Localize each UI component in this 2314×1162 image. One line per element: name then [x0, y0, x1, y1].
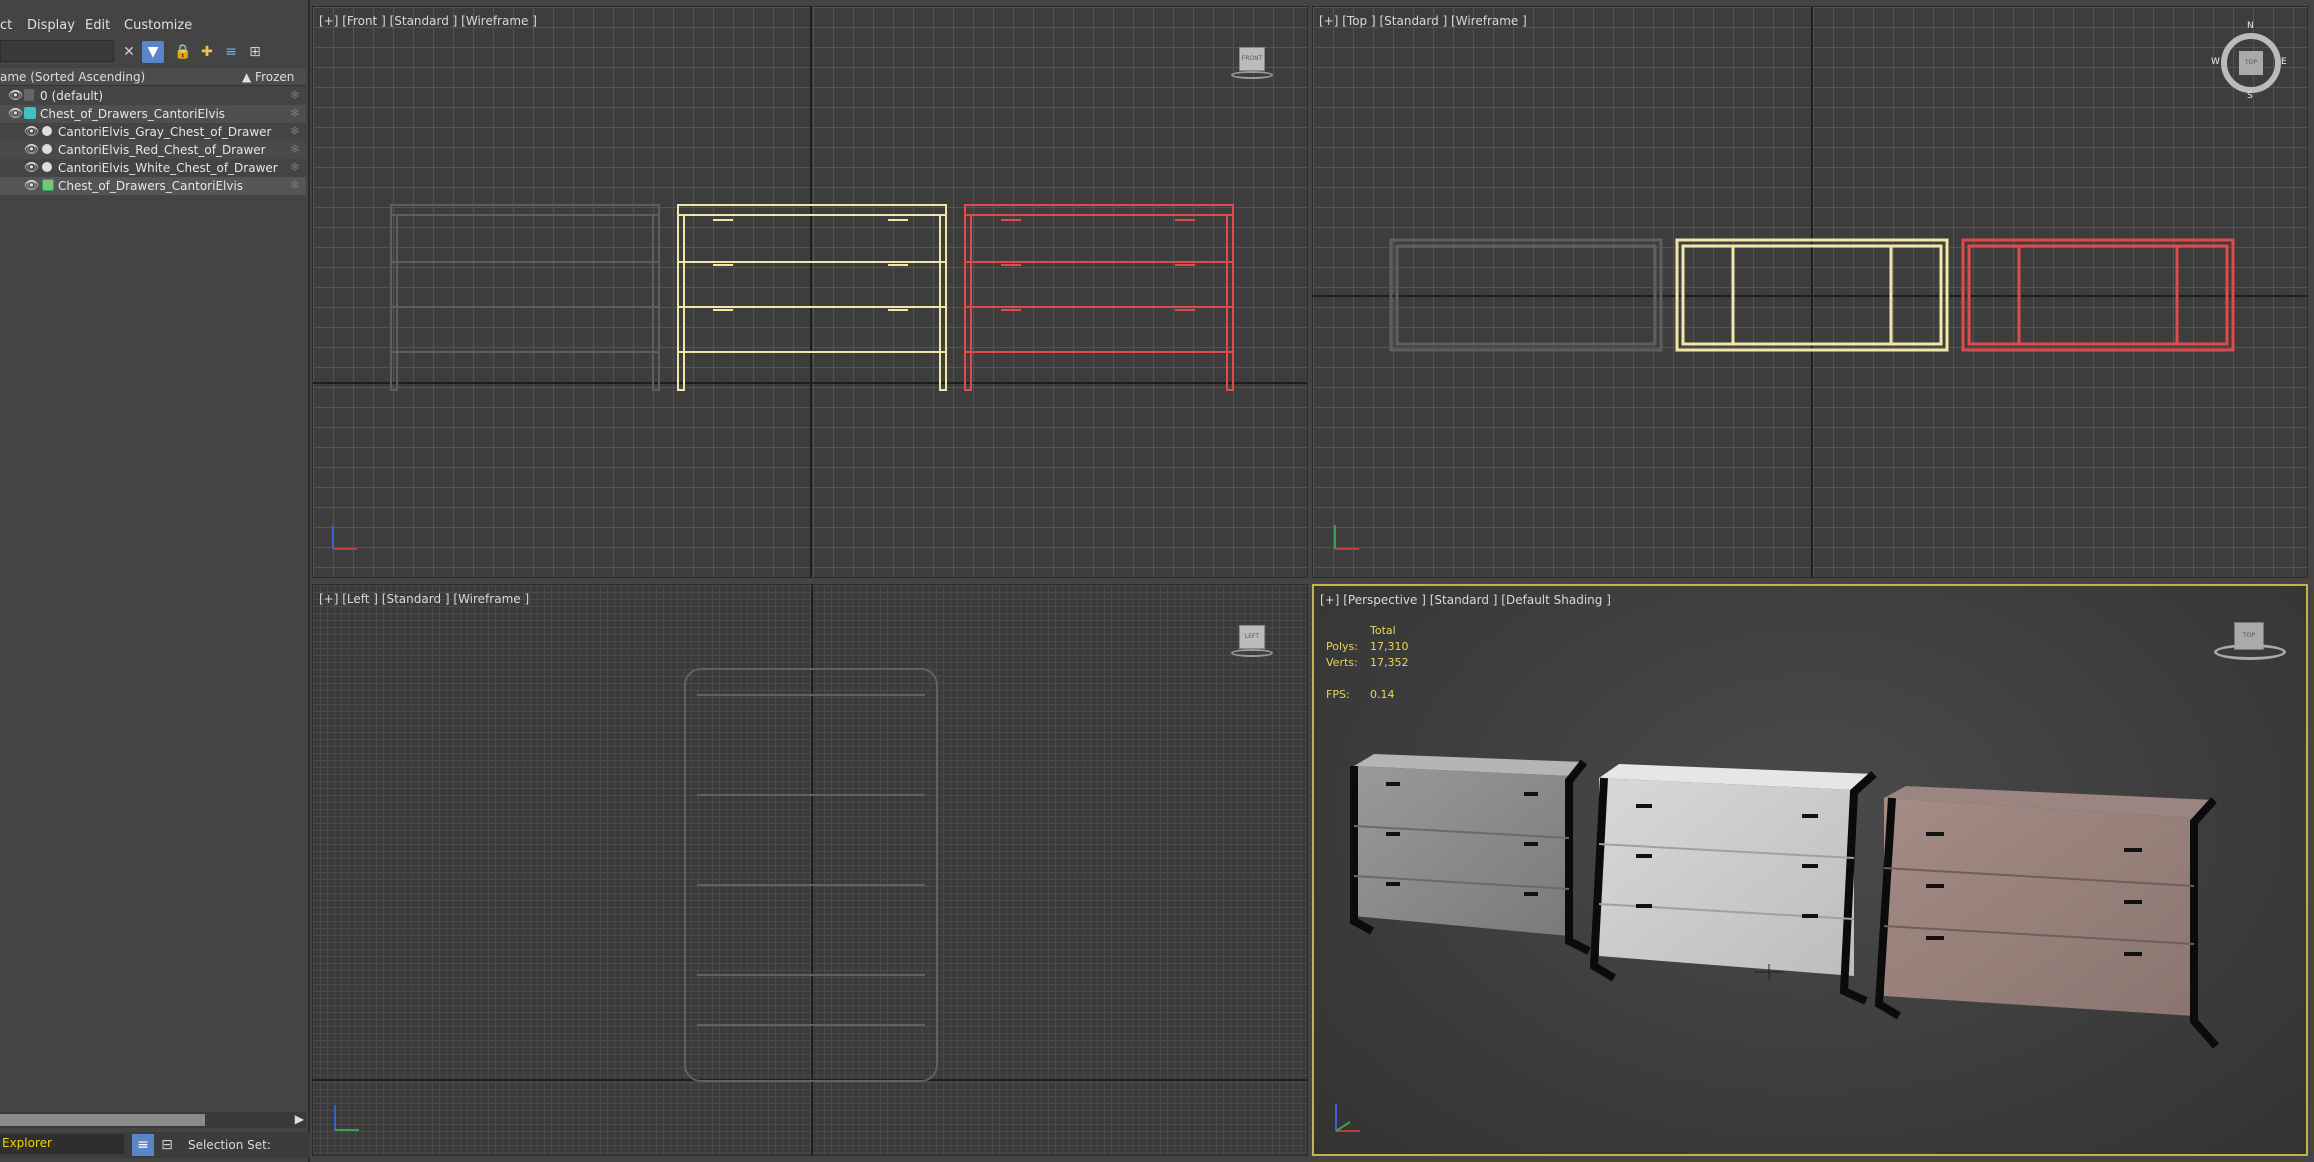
- white-chest-top-wireframe: [1675, 238, 1949, 352]
- viewcube-icon[interactable]: LEFT: [1231, 623, 1273, 663]
- viewcube-face[interactable]: FRONT: [1239, 47, 1265, 71]
- tree-row-label: CantoriElvis_White_Chest_of_Drawer: [58, 161, 278, 175]
- viewport-front[interactable]: [+] [Front ] [Standard ] [Wireframe ] FR…: [312, 6, 1308, 578]
- column-frozen-header[interactable]: ▲ Frozen: [242, 70, 294, 84]
- viewport-top[interactable]: [+] [Top ] [Standard ] [Wireframe ] TOP …: [1312, 6, 2308, 578]
- eye-icon[interactable]: 👁: [24, 142, 39, 156]
- hierarchy-icon[interactable]: ⊞: [244, 41, 266, 63]
- scrollbar-thumb[interactable]: [0, 1114, 205, 1126]
- explorer-toolbar: ✕ ▼ 🔒 ✚ ≡ ⊞: [0, 40, 310, 64]
- layer-stack-icon: [24, 107, 36, 119]
- tree-row[interactable]: 👁 CantoriElvis_Gray_Chest_of_Drawer ❄: [0, 123, 306, 141]
- freeze-icon[interactable]: ❄: [290, 178, 300, 192]
- perspective-render: [1335, 754, 2220, 1132]
- layer-icon: [24, 89, 34, 101]
- top-wireframe: [1334, 238, 2235, 550]
- explorer-dropdown-label: Explorer: [2, 1136, 52, 1150]
- gray-chest-render: [1350, 754, 1591, 955]
- column-name-header[interactable]: ame (Sorted Ascending): [0, 70, 145, 84]
- viewport-perspective[interactable]: [+] [Perspective ] [Standard ] [Default …: [1312, 584, 2308, 1156]
- freeze-icon[interactable]: ❄: [290, 142, 300, 156]
- compass-west-label: W: [2211, 57, 2220, 67]
- axis-tripod-icon: [334, 1105, 359, 1131]
- red-chest-top-wireframe: [1961, 238, 2235, 352]
- clear-search-icon[interactable]: ✕: [118, 41, 140, 63]
- axis-tripod-icon: [1334, 525, 1359, 550]
- viewcube-face[interactable]: LEFT: [1239, 625, 1265, 649]
- viewcube-ring[interactable]: [1231, 71, 1273, 79]
- scene-explorer-icon[interactable]: ⊟: [156, 1134, 178, 1156]
- horizontal-scrollbar[interactable]: ▶: [0, 1112, 306, 1128]
- layers-icon[interactable]: ≡: [220, 41, 242, 63]
- viewcube-ring[interactable]: [2214, 644, 2286, 660]
- scene-explorer-panel: ct Display Edit Customize ✕ ▼ 🔒 ✚ ≡ ⊞ am…: [0, 0, 310, 1162]
- axis-tripod-icon: [332, 525, 357, 550]
- tree-row[interactable]: 👁 0 (default) ❄: [0, 87, 306, 105]
- explorer-menubar: ct Display Edit Customize: [0, 14, 310, 38]
- viewcube-ring[interactable]: [1231, 649, 1273, 657]
- compass-north-label: N: [2247, 21, 2254, 31]
- compass-south-label: S: [2247, 91, 2253, 101]
- tree-row-label: CantoriElvis_Gray_Chest_of_Drawer: [58, 125, 272, 139]
- axis-tripod-icon: [1335, 1104, 1360, 1132]
- sphere-icon: [42, 162, 52, 172]
- eye-icon[interactable]: 👁: [24, 160, 39, 174]
- freeze-icon[interactable]: ❄: [290, 106, 300, 120]
- filter-icon[interactable]: ▼: [142, 41, 164, 63]
- left-wireframe: [334, 668, 938, 1131]
- tree-row-label: Chest_of_Drawers_CantoriElvis: [58, 179, 244, 193]
- sphere-icon: [42, 144, 52, 154]
- gray-chest-wireframe: [390, 204, 660, 391]
- eye-icon[interactable]: 👁: [24, 124, 39, 138]
- chest-side-wireframe: [684, 668, 938, 1082]
- menu-item-select[interactable]: ct: [0, 18, 12, 33]
- sphere-icon: [42, 126, 52, 136]
- eye-icon[interactable]: 👁: [8, 106, 23, 120]
- white-chest-wireframe: [677, 204, 947, 391]
- viewcube-icon[interactable]: FRONT: [1231, 45, 1273, 85]
- menu-item-customize[interactable]: Customize: [124, 18, 192, 33]
- compass-east-label: E: [2281, 57, 2287, 67]
- layer-explorer-icon[interactable]: ≡: [132, 1134, 154, 1156]
- eye-icon[interactable]: 👁: [8, 88, 23, 102]
- menu-item-display[interactable]: Display: [27, 18, 75, 33]
- tree-row-label: CantoriElvis_Red_Chest_of_Drawer: [58, 143, 266, 157]
- eye-icon[interactable]: 👁: [24, 178, 39, 192]
- freeze-icon[interactable]: ❄: [290, 88, 300, 102]
- front-wireframe: [332, 204, 1234, 550]
- menu-item-edit[interactable]: Edit: [85, 18, 110, 33]
- tree-row[interactable]: 👁 Chest_of_Drawers_CantoriElvis ❄: [0, 177, 306, 195]
- viewport-left[interactable]: [+] [Left ] [Standard ] [Wireframe ] LEF…: [312, 584, 1308, 1156]
- selection-set-label: Selection Set:: [188, 1138, 271, 1152]
- tree-row[interactable]: 👁 CantoriElvis_White_Chest_of_Drawer ❄: [0, 159, 306, 177]
- red-chest-render: [1874, 786, 2220, 1049]
- freeze-icon[interactable]: ❄: [290, 124, 300, 138]
- group-icon: [42, 179, 54, 191]
- compass-viewcube-icon[interactable]: TOP N E S W: [2211, 21, 2287, 101]
- tree-row-label: Chest_of_Drawers_CantoriElvis: [40, 107, 226, 121]
- explorer-bottom-bar: Explorer ≡ ⊟ Selection Set:: [0, 1132, 310, 1158]
- lock-icon[interactable]: 🔒: [172, 41, 194, 63]
- scroll-right-icon[interactable]: ▶: [295, 1112, 304, 1126]
- red-chest-wireframe: [964, 204, 1234, 391]
- tree-row[interactable]: 👁 Chest_of_Drawers_CantoriElvis ❄: [0, 105, 306, 123]
- tree-row[interactable]: 👁 CantoriElvis_Red_Chest_of_Drawer ❄: [0, 141, 306, 159]
- column-header[interactable]: ame (Sorted Ascending) ▲ Frozen: [0, 68, 306, 86]
- viewcube-icon[interactable]: TOP: [2214, 618, 2286, 668]
- gray-chest-top-wireframe: [1389, 238, 1663, 352]
- explorer-dropdown[interactable]: Explorer: [0, 1134, 124, 1154]
- viewcube-face[interactable]: TOP: [2239, 51, 2263, 75]
- white-chest-render: [1589, 764, 1877, 1005]
- search-input[interactable]: [0, 40, 114, 62]
- tree-row-label: 0 (default): [40, 89, 104, 103]
- freeze-icon[interactable]: ❄: [290, 160, 300, 174]
- add-layer-icon[interactable]: ✚: [196, 41, 218, 63]
